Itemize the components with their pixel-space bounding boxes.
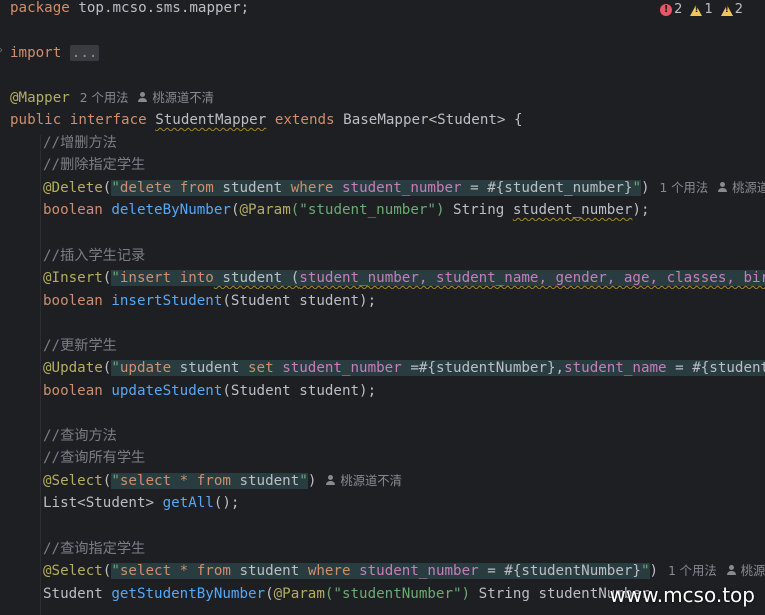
comment: //查询方法 — [43, 428, 117, 444]
code-line-delete-annotation[interactable]: @Delete("delete from student where stude… — [43, 177, 765, 199]
indent-guide — [40, 135, 41, 615]
interface-name: StudentMapper — [155, 112, 267, 128]
code-line-update-method[interactable]: boolean updateStudent(Student student); — [43, 380, 765, 402]
user-icon — [718, 182, 728, 193]
code-line-package[interactable]: package top.mcso.sms.mapper; — [10, 0, 765, 19]
comment: //查询所有学生 — [43, 450, 146, 466]
author-hint[interactable]: 桃源道不 — [718, 181, 765, 195]
code-line-select-by-number-annotation[interactable]: @Select("select * from student where stu… — [43, 560, 765, 582]
comment: //更新学生 — [43, 338, 117, 354]
user-icon — [726, 565, 737, 576]
sql-injection: "update student set student_number =#{st… — [111, 360, 765, 376]
method-name: updateStudent — [111, 383, 223, 399]
code-line-insert-method[interactable]: boolean insertStudent(Student student); — [43, 290, 765, 312]
usages-hint[interactable]: 2 个用法 — [80, 91, 129, 105]
code-line-update-annotation[interactable]: @Update("update student set student_numb… — [43, 357, 765, 379]
code-line-import[interactable]: import ... — [10, 42, 765, 64]
comment: //插入学生记录 — [43, 248, 146, 264]
sql-injection: "select * from student" — [111, 473, 308, 489]
comment: //增删方法 — [43, 135, 117, 151]
author-hint[interactable]: 桃源道不清 — [726, 564, 765, 578]
usages-hint[interactable]: 1 个用法 — [660, 181, 709, 195]
code-editor[interactable]: ! 2 1 2 package top.mcso.sms.mapper; › i… — [0, 0, 765, 615]
method-name: getStudentByNumber — [111, 586, 266, 602]
sql-injection: "delete from student where student_numbe… — [111, 180, 641, 196]
code-line-interface[interactable]: public interface StudentMapper extends B… — [10, 109, 765, 131]
author-hint[interactable]: 桃源道不清 — [138, 91, 214, 105]
method-name: getAll — [162, 495, 214, 511]
keyword: package — [10, 0, 70, 16]
code-line-insert-annotation[interactable]: @Insert("insert into student (student_nu… — [43, 267, 765, 289]
method-name: insertStudent — [111, 293, 223, 309]
user-icon — [326, 475, 336, 486]
keyword: import — [10, 45, 62, 61]
author-hint[interactable]: 桃源道不清 — [326, 474, 402, 488]
code-line-delete-method[interactable]: boolean deleteByNumber(@Param("student_n… — [43, 199, 765, 221]
code-line-select-all-annotation[interactable]: @Select("select * from student") 桃源道不清 — [43, 470, 765, 492]
folded-imports[interactable]: ... — [69, 45, 100, 61]
sql-injection: "insert into student (student_number, st… — [111, 270, 765, 286]
fold-arrow-icon[interactable]: › — [0, 45, 4, 56]
comment: //删除指定学生 — [43, 157, 146, 173]
user-icon — [138, 92, 148, 103]
sql-injection: "select * from student where student_num… — [111, 563, 650, 579]
comment: //查询指定学生 — [43, 541, 146, 557]
package-name: top.mcso.sms.mapper; — [69, 0, 250, 16]
code-line-mapper-annotation[interactable]: @Mapper 2 个用法 桃源道不清 — [10, 87, 765, 109]
code-line-getall-method[interactable]: List<Student> getAll(); — [43, 492, 765, 514]
method-name: deleteByNumber — [111, 202, 231, 218]
usages-hint[interactable]: 1 个用法 — [668, 564, 717, 578]
annotation: @Mapper — [10, 90, 70, 106]
watermark: www.mcso.top — [609, 583, 755, 607]
